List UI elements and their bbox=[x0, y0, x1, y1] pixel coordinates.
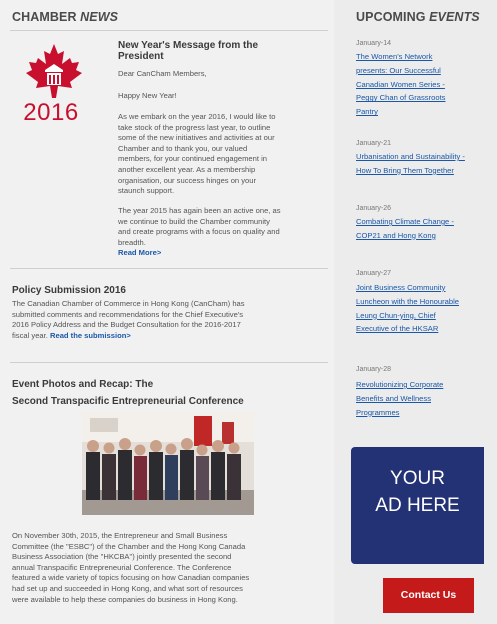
article-policy-body: The Canadian Chamber of Commerce in Hong… bbox=[12, 299, 245, 340]
article-paragraph-2: The year 2015 has again been an active o… bbox=[118, 206, 281, 247]
divider bbox=[10, 268, 328, 269]
article-paragraph-1: As we embark on the year 2016, I would l… bbox=[118, 112, 276, 196]
event-photo[interactable] bbox=[82, 412, 254, 515]
event-date: January-28 bbox=[356, 366, 392, 373]
read-submission-link[interactable]: Read the submission> bbox=[50, 331, 131, 340]
article-salutation: Dear CanCham Members, bbox=[118, 69, 207, 78]
event-date: January-26 bbox=[356, 205, 392, 212]
divider bbox=[10, 362, 328, 363]
event-group-photo-image bbox=[82, 412, 254, 515]
event-link[interactable]: Joint Business Community Luncheon with t… bbox=[356, 281, 497, 336]
read-more-link[interactable]: Read More> bbox=[118, 248, 161, 257]
chamber-news-heading: CHAMBER NEWS bbox=[12, 10, 119, 24]
article-greeting: Happy New Year! bbox=[118, 91, 177, 100]
event-link[interactable]: Revolutionizing Corporate Benefits and W… bbox=[356, 378, 497, 419]
article-title-event-recap[interactable]: Event Photos and Recap: The Second Trans… bbox=[12, 379, 244, 407]
event-link[interactable]: The Women's Network presents: Our Succes… bbox=[356, 50, 497, 119]
logo-year: 2016 bbox=[23, 99, 79, 126]
ad-line-2: AD HERE bbox=[375, 495, 460, 516]
article-event-recap-body: On November 30th, 2015, the Entrepreneur… bbox=[12, 531, 250, 604]
event-date: January-14 bbox=[356, 40, 392, 47]
event-date: January-27 bbox=[356, 270, 392, 277]
article-title-policy[interactable]: Policy Submission 2016 bbox=[12, 285, 126, 296]
event-date: January-21 bbox=[356, 140, 392, 147]
event-link[interactable]: Urbanisation and Sustainability - How To… bbox=[356, 150, 497, 178]
divider bbox=[10, 30, 328, 31]
upcoming-events-heading: UPCOMING EVENTS bbox=[356, 10, 480, 24]
contact-us-button[interactable]: Contact Us bbox=[383, 578, 474, 613]
article-title-new-year[interactable]: New Year's Message from the President bbox=[118, 40, 258, 62]
event-link[interactable]: Combating Climate Change - COP21 and Hon… bbox=[356, 215, 497, 243]
ad-banner[interactable]: YOUR AD HERE bbox=[351, 447, 484, 564]
ad-line-1: YOUR bbox=[390, 468, 445, 489]
